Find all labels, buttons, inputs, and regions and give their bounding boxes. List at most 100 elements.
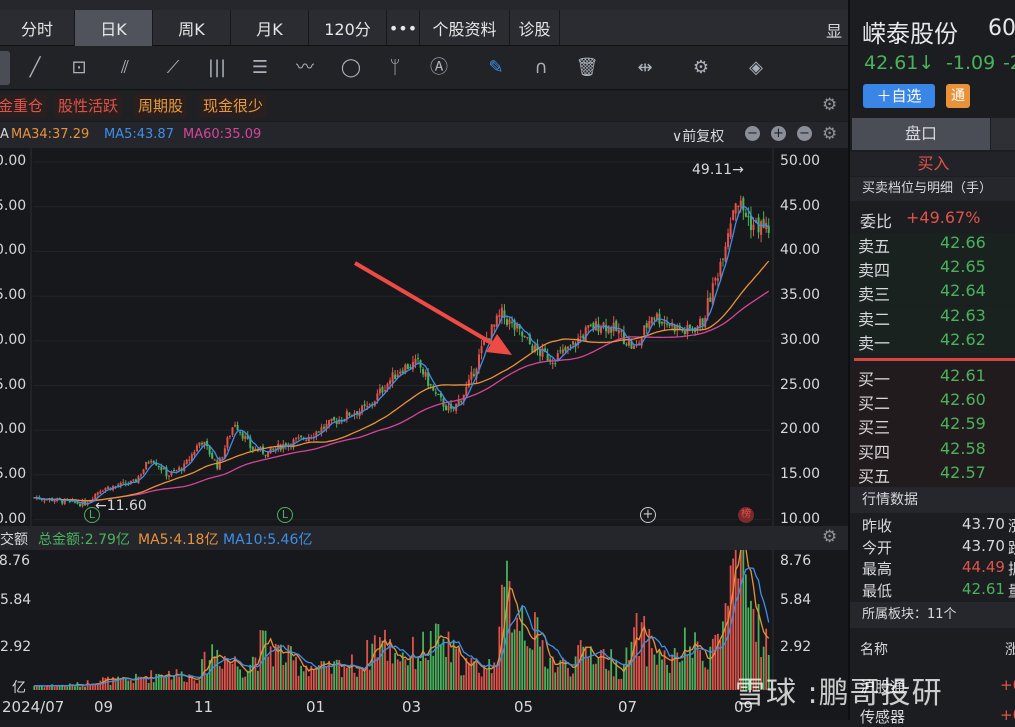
total-amount: 总金额:2.79亿	[38, 532, 130, 548]
volume-bar	[437, 624, 440, 690]
pen-tool-icon[interactable]: ✎	[483, 56, 509, 80]
tag[interactable]: 周期股	[134, 94, 188, 118]
candle-body	[727, 233, 730, 247]
event-marker-l[interactable]: L	[84, 507, 100, 523]
gann-tool-icon[interactable]: ☰	[247, 56, 273, 80]
orderbook-row[interactable]: 卖一 42.62	[850, 329, 1015, 354]
cursor-tool[interactable]	[0, 51, 10, 85]
orderbook-row[interactable]: 卖三 42.64	[850, 281, 1015, 306]
buy-button[interactable]: 买入	[850, 152, 1015, 176]
candle-body	[391, 372, 394, 383]
parallel-lines-icon[interactable]: |||	[204, 56, 230, 80]
candle-body	[91, 498, 94, 500]
volume-bar	[539, 646, 541, 690]
adjust-dropdown[interactable]: ∨前复权	[672, 126, 724, 146]
market-label: 最低	[862, 581, 893, 600]
rectangle-tool-icon[interactable]: ⊡	[66, 56, 92, 80]
orderbook-row[interactable]: 卖五 42.66	[850, 233, 1015, 257]
rank-marker[interactable]: 榜	[738, 507, 754, 523]
more-button[interactable]: •••	[387, 10, 420, 46]
tab-diagnose[interactable]: 诊股	[510, 10, 560, 46]
volume-bar	[361, 667, 363, 690]
candle-body	[742, 197, 745, 211]
ma34-line	[34, 260, 770, 502]
volume-bar	[325, 666, 328, 690]
candle-body	[444, 405, 447, 411]
volume-bar	[76, 682, 79, 690]
tab-other[interactable]	[991, 118, 1015, 150]
volume-bar	[521, 606, 524, 690]
fan-tool-icon[interactable]: ⫽	[112, 56, 138, 80]
volume-bar	[368, 669, 371, 690]
gear-icon[interactable]: ⚙	[822, 95, 837, 115]
gear-icon[interactable]: ⚙	[822, 124, 837, 144]
orderbook-row[interactable]: 买二 42.60	[850, 390, 1015, 415]
volume-bar	[399, 661, 402, 690]
tab-orderbook[interactable]: 盘口	[852, 118, 990, 150]
orderbook-row[interactable]: 买三 42.59	[850, 414, 1015, 439]
price-axis-tick-left: 0.00	[0, 510, 27, 527]
trash-icon[interactable]: 🗑	[574, 56, 600, 80]
ellipse-tool-icon[interactable]: ◯	[338, 56, 364, 80]
orderbook-row[interactable]: 买一 42.61	[850, 366, 1015, 390]
orderbook-row[interactable]: 买四 42.58	[850, 438, 1015, 463]
market-data-title: 行情数据	[850, 487, 1015, 513]
volume-bar	[142, 678, 145, 690]
volume-bar	[574, 656, 577, 690]
node-tool-icon[interactable]: ⟋	[160, 56, 186, 80]
volume-bar	[412, 636, 414, 690]
zoom-in-icon[interactable]: +	[771, 126, 786, 141]
add-marker-icon[interactable]: +	[640, 507, 656, 523]
layers-icon[interactable]: ◈	[743, 56, 769, 80]
zoom-out-icon[interactable]: −	[745, 126, 760, 141]
volume-chart[interactable]: 8.76 5.84 2.92 亿 8.76 5.84 2.92	[0, 517, 848, 696]
volume-bar	[666, 664, 668, 690]
depth-title: 买卖档位与明细（手）	[850, 177, 1015, 201]
gear-icon[interactable]: ⚙	[822, 527, 837, 547]
price-axis-tick: 40.00	[780, 242, 821, 259]
volume-bar	[650, 648, 653, 690]
orderbook-row[interactable]: 买五 42.57	[850, 462, 1015, 487]
volume-bar	[221, 668, 224, 690]
volume-bar	[579, 640, 582, 690]
line-tool-icon[interactable]: ╱	[22, 56, 48, 80]
tab-weekly[interactable]: 周K	[153, 10, 231, 46]
volume-bar	[559, 660, 562, 690]
tab-fenshi[interactable]: 分时	[0, 10, 75, 46]
wave-tool-icon[interactable]: 〰	[292, 56, 318, 80]
volume-bar	[661, 659, 663, 690]
volume-bar	[450, 662, 452, 690]
split-icon[interactable]: ⇹	[632, 56, 658, 80]
volume-bar	[241, 677, 244, 690]
kline-chart[interactable]: 50.00 0.00 45.00 5.00 40.00 0.00 35.00 5.00 30.0…	[0, 148, 848, 527]
magnet-icon[interactable]: ∩	[528, 56, 554, 80]
volume-bar	[622, 664, 625, 690]
volume-bar	[440, 644, 442, 690]
orderbook-row[interactable]: 卖二 42.63	[850, 305, 1015, 330]
candle-body	[234, 424, 237, 427]
event-marker-l[interactable]: L	[277, 507, 293, 523]
candle-body	[414, 359, 417, 364]
sector-count[interactable]: 所属板块：11个	[850, 602, 1015, 628]
text-tool-icon[interactable]: Ⓐ	[426, 56, 452, 80]
volume-bar	[528, 648, 531, 690]
candle-body	[447, 405, 450, 411]
tag[interactable]: 现金很少	[199, 94, 268, 118]
volume-bar	[572, 673, 574, 690]
tag[interactable]: 股性活跃	[54, 94, 123, 118]
tab-120min[interactable]: 120分	[309, 10, 387, 46]
connect-badge[interactable]: 通	[946, 84, 970, 108]
tab-profile[interactable]: 个股资料	[420, 10, 510, 46]
vol-axis-left: 2.92	[0, 639, 32, 655]
tab-monthly[interactable]: 月K	[231, 10, 309, 46]
tag[interactable]: 金重仓	[0, 94, 48, 118]
tab-daily[interactable]: 日K	[75, 10, 153, 46]
pitchfork-tool-icon[interactable]: ᛘ	[382, 56, 408, 80]
candle-body	[579, 336, 582, 338]
candle-body	[244, 436, 247, 439]
add-watchlist-button[interactable]: ＋自选	[863, 84, 935, 108]
settings-gear-icon[interactable]: ⚙	[688, 56, 714, 80]
collapse-icon[interactable]: −	[797, 126, 812, 141]
volume-bar	[683, 627, 686, 690]
orderbook-row[interactable]: 卖四 42.65	[850, 257, 1015, 282]
